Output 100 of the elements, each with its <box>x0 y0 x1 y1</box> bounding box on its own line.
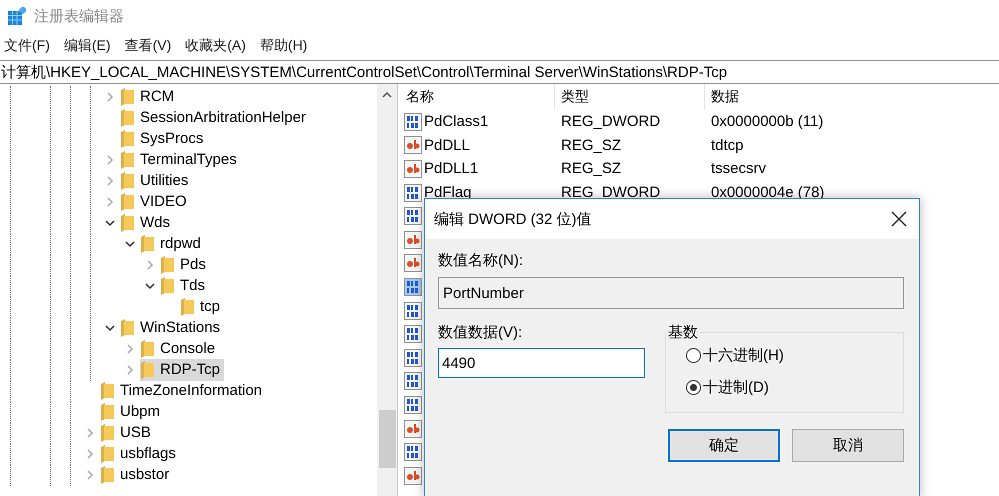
string-value-icon <box>404 160 422 178</box>
folder-icon <box>100 444 114 462</box>
folder-icon <box>120 192 134 210</box>
binary-value-icon <box>404 396 422 414</box>
tree-item[interactable]: SysProcs <box>120 128 208 150</box>
tree-item[interactable]: Tds <box>160 274 210 296</box>
folder-icon <box>120 318 134 336</box>
folder-icon <box>100 424 114 442</box>
binary-value-icon <box>404 302 422 320</box>
folder-icon <box>140 340 154 358</box>
table-cell-text: REG_SZ <box>560 136 622 154</box>
radio-option[interactable]: 十六进制(H) <box>686 344 903 366</box>
column-header[interactable]: 数据 <box>704 84 999 110</box>
tree-item[interactable]: Ubpm <box>100 400 164 422</box>
chevron-right-icon[interactable] <box>125 344 135 354</box>
tree-item[interactable]: Wds <box>120 212 174 234</box>
field-label: 数值数据(V): <box>438 323 524 342</box>
folder-icon <box>120 108 134 126</box>
tree-item[interactable]: tcp <box>180 296 224 318</box>
value-name-field[interactable]: PortNumber <box>438 277 904 309</box>
folder-icon <box>120 214 134 232</box>
tree-item[interactable]: Console <box>140 338 220 360</box>
folder-icon <box>120 172 134 190</box>
table-cell-text: REG_DWORD <box>560 113 662 130</box>
tree-item[interactable]: SessionArbitrationHelper <box>120 106 310 128</box>
binary-value-icon <box>404 443 422 462</box>
table-cell-text: REG_SZ <box>560 160 622 178</box>
cancel-button[interactable]: 取消 <box>792 429 904 462</box>
folder-icon <box>100 402 114 420</box>
table-cell-text: tssecsrv <box>710 160 768 178</box>
folder-icon <box>120 130 134 148</box>
table-cell: PdDLL1 <box>424 160 478 178</box>
dialog-title: 编辑 DWORD (32 位)值 <box>434 210 592 228</box>
tree-item[interactable]: TerminalTypes <box>120 148 241 170</box>
tree-item[interactable]: Pds <box>160 254 210 276</box>
folder-icon <box>120 88 134 106</box>
table-cell: PdClass1 <box>424 113 488 130</box>
chevron-right-icon[interactable] <box>125 364 135 374</box>
window-title: 注册表编辑器 <box>34 6 124 26</box>
tree-item[interactable]: Utilities <box>120 170 192 192</box>
binary-value-icon <box>404 112 422 131</box>
value-data-field[interactable]: 4490 <box>438 348 645 378</box>
menu-item[interactable]: 文件(F) <box>4 37 50 55</box>
menu-item[interactable]: 编辑(E) <box>64 37 111 55</box>
string-value-icon <box>404 466 422 485</box>
table-cell-text: tdtcp <box>710 136 745 154</box>
tree-item[interactable]: WinStations <box>120 316 224 338</box>
ok-button[interactable]: 确定 <box>668 429 780 462</box>
folder-icon <box>140 360 154 378</box>
binary-value-icon <box>404 325 422 344</box>
scroll-up-icon[interactable] <box>382 90 392 100</box>
chevron-right-icon[interactable] <box>85 470 95 480</box>
string-value-icon <box>404 254 422 272</box>
address-bar[interactable]: 计算机\HKEY_LOCAL_MACHINE\SYSTEM\CurrentControlSet\Control\Terminal Server\WinStations\RDP-Tcp <box>0 60 999 84</box>
tree-item[interactable]: USB <box>100 422 155 444</box>
binary-value-icon <box>404 372 422 390</box>
menu-item[interactable]: 收藏夹(A) <box>185 37 246 55</box>
binary-value-icon <box>404 278 422 296</box>
chevron-down-icon[interactable] <box>145 280 155 290</box>
string-value-icon <box>404 230 422 249</box>
close-button[interactable] <box>889 209 909 229</box>
chevron-right-icon[interactable] <box>105 196 115 206</box>
menu-item[interactable]: 查看(V) <box>124 37 172 55</box>
app-icon <box>8 7 26 25</box>
folder-icon <box>160 276 174 294</box>
folder-icon <box>100 382 114 400</box>
tree-item[interactable]: RCM <box>120 86 178 108</box>
string-value-icon <box>404 136 422 154</box>
chevron-right-icon[interactable] <box>85 448 95 458</box>
chevron-right-icon[interactable] <box>145 260 155 270</box>
folder-icon <box>160 256 174 274</box>
table-cell: PdFlag <box>424 184 472 202</box>
chevron-right-icon[interactable] <box>85 428 95 438</box>
folder-icon <box>180 298 194 316</box>
scrollbar[interactable] <box>377 84 397 496</box>
chevron-right-icon[interactable] <box>105 92 115 102</box>
menu-item[interactable]: 帮助(H) <box>260 37 308 55</box>
tree-item[interactable]: VIDEO <box>120 190 191 212</box>
chevron-right-icon[interactable] <box>105 176 115 186</box>
table-cell-text: REG_DWORD <box>560 184 662 202</box>
radio-option[interactable]: 十进制(D) <box>686 376 903 398</box>
binary-value-icon <box>404 207 422 226</box>
scroll-thumb[interactable] <box>378 410 396 468</box>
chevron-down-icon[interactable] <box>125 238 135 248</box>
tree-item[interactable]: usbflags <box>100 442 180 464</box>
table-cell: PdDLL <box>424 136 470 154</box>
chevron-right-icon[interactable] <box>105 154 115 164</box>
tree-item[interactable]: TimeZoneInformation <box>100 380 266 402</box>
field-label: 数值名称(N): <box>438 251 524 270</box>
tree-item[interactable]: usbstor <box>100 464 174 486</box>
chevron-down-icon[interactable] <box>105 322 115 332</box>
tree-item[interactable]: rdpwd <box>140 232 205 254</box>
table-cell-text: 0x0000000b (11) <box>710 113 824 130</box>
column-header[interactable]: 类型 <box>554 84 704 110</box>
folder-icon <box>140 234 154 252</box>
folder-icon <box>100 466 114 484</box>
folder-icon <box>120 150 134 168</box>
tree-item[interactable]: RDP-Tcp <box>140 358 224 380</box>
chevron-down-icon[interactable] <box>105 218 115 228</box>
column-header[interactable]: 名称 <box>404 84 554 110</box>
